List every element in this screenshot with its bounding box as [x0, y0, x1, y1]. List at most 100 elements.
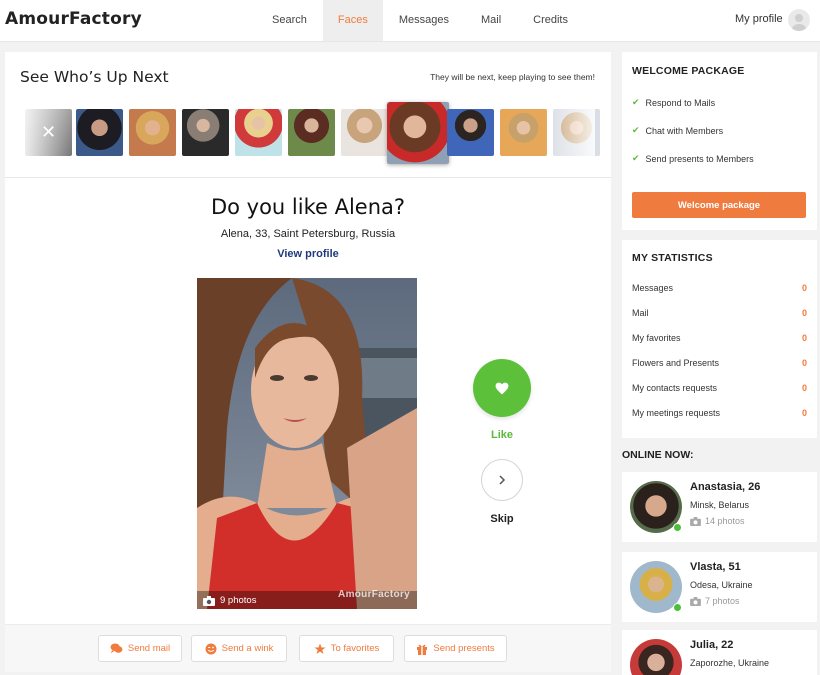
current-profile-thumbnail[interactable] [387, 102, 449, 164]
up-next-thumbnail[interactable] [553, 109, 600, 156]
faces-main-card: See Who’s Up Next They will be next, kee… [5, 52, 611, 672]
online-member-card[interactable]: Anastasia, 26 Minsk, Belarus 14 photos [622, 472, 817, 542]
member-photo-count: 14 photos [690, 516, 745, 526]
nav-mail[interactable]: Mail [465, 0, 517, 41]
stat-label: Flowers and Presents [632, 358, 720, 368]
member-photo-count-label: 7 photos [705, 596, 740, 606]
member-photo-count-label: 14 photos [705, 516, 745, 526]
stat-row-mail[interactable]: Mail 0 [632, 308, 807, 318]
welcome-package-card: WELCOME PACKAGE ✔ Respond to Mails ✔ Cha… [622, 52, 817, 230]
online-member-card[interactable]: Julia, 22 Zaporozhe, Ukraine [622, 630, 817, 675]
stat-value: 0 [801, 408, 807, 418]
up-next-thumbnail[interactable] [500, 109, 547, 156]
skipped-thumbnail[interactable]: ✕ [25, 109, 72, 156]
wink-smiley-icon [205, 643, 217, 654]
up-next-thumbnail[interactable] [129, 109, 176, 156]
up-next-thumbnail[interactable] [341, 109, 388, 156]
up-next-thumbnail[interactable] [182, 109, 229, 156]
profile-photo-illustration [197, 278, 417, 609]
check-icon: ✔ [632, 153, 640, 163]
stat-value: 0 [801, 358, 807, 368]
member-photo-count: 7 photos [690, 596, 740, 606]
up-next-thumbnails: ✕ [25, 102, 600, 164]
up-next-note: They will be next, keep playing to see t… [430, 72, 595, 82]
star-icon [314, 643, 326, 654]
skip-button[interactable] [481, 459, 523, 501]
nav-credits[interactable]: Credits [517, 0, 584, 41]
welcome-package-title: WELCOME PACKAGE [632, 65, 745, 77]
camera-icon [690, 596, 701, 606]
profile-photo[interactable]: 9 photos AmourFactory [197, 278, 417, 609]
profile-actions-bar: Send mail Send a wink To favorites Send … [5, 624, 611, 672]
welcome-item: ✔ Respond to Mails [632, 97, 715, 108]
welcome-item-label: Respond to Mails [645, 97, 716, 108]
member-city: Minsk, Belarus [690, 500, 750, 510]
stat-value: 0 [801, 333, 807, 343]
stat-value: 0 [801, 383, 807, 393]
online-member-card[interactable]: Vlasta, 51 Odesa, Ukraine 7 photos [622, 552, 817, 622]
view-profile-link[interactable]: View profile [5, 248, 611, 260]
member-city: Odesa, Ukraine [690, 580, 753, 590]
online-status-dot [673, 603, 682, 612]
up-next-title: See Who’s Up Next [20, 68, 169, 86]
photo-count-label: 9 photos [220, 595, 257, 606]
member-name[interactable]: Anastasia, 26 [690, 481, 760, 493]
skip-label: Skip [490, 513, 514, 525]
up-next-thumbnail[interactable] [288, 109, 335, 156]
nav-search[interactable]: Search [256, 0, 323, 41]
camera-icon [690, 516, 701, 526]
site-logo[interactable]: AmourFactory [5, 9, 142, 29]
stat-row-contacts-requests[interactable]: My contacts requests 0 [632, 383, 807, 393]
check-icon: ✔ [632, 125, 640, 135]
up-next-thumbnail[interactable] [447, 109, 494, 156]
nav-messages[interactable]: Messages [383, 0, 465, 41]
online-now-title: ONLINE NOW: [622, 449, 694, 461]
send-presents-label: Send presents [433, 643, 495, 654]
stat-row-flowers-presents[interactable]: Flowers and Presents 0 [632, 358, 807, 368]
welcome-item-label: Chat with Members [645, 125, 724, 136]
nav-faces[interactable]: Faces [322, 0, 383, 41]
stat-row-favorites[interactable]: My favorites 0 [632, 333, 807, 343]
chat-bubble-icon [110, 643, 123, 654]
welcome-item: ✔ Send presents to Members [632, 153, 754, 164]
chevron-right-icon [499, 475, 506, 485]
stat-row-meetings-requests[interactable]: My meetings requests 0 [632, 408, 807, 418]
member-name[interactable]: Julia, 22 [690, 639, 733, 651]
main-nav: Search Faces Messages Mail Credits [256, 0, 584, 41]
my-statistics-title: MY STATISTICS [632, 252, 713, 264]
heart-icon [495, 382, 509, 394]
to-favorites-button[interactable]: To favorites [299, 635, 394, 662]
my-statistics-card: MY STATISTICS Messages 0 Mail 0 My favorit… [622, 240, 817, 438]
welcome-item: ✔ Chat with Members [632, 125, 723, 136]
photo-count[interactable]: 9 photos [203, 595, 256, 606]
user-avatar-icon[interactable] [788, 9, 810, 31]
send-wink-button[interactable]: Send a wink [191, 635, 287, 662]
stat-value: 0 [801, 283, 807, 293]
send-presents-button[interactable]: Send presents [404, 635, 507, 662]
stat-label: My favorites [632, 333, 681, 343]
profile-info: Alena, 33, Saint Petersburg, Russia [220, 228, 396, 240]
to-favorites-label: To favorites [330, 643, 380, 654]
welcome-package-button[interactable]: Welcome package [632, 192, 806, 218]
member-avatar[interactable] [630, 639, 682, 675]
member-name[interactable]: Vlasta, 51 [690, 561, 741, 573]
up-next-thumbnail[interactable] [76, 109, 123, 156]
my-profile-link[interactable]: My profile [735, 13, 783, 25]
stat-label: My contacts requests [632, 383, 718, 393]
like-label: Like [490, 429, 513, 441]
stat-label: Mail [632, 308, 649, 318]
like-button[interactable] [473, 359, 531, 417]
stat-row-messages[interactable]: Messages 0 [632, 283, 807, 293]
top-header: AmourFactory Search Faces Messages Mail … [0, 0, 820, 42]
stat-label: My meetings requests [632, 408, 721, 418]
send-mail-button[interactable]: Send mail [98, 635, 182, 662]
member-city: Zaporozhe, Ukraine [690, 658, 770, 668]
up-next-thumbnail[interactable] [235, 109, 282, 156]
online-status-dot [673, 523, 682, 532]
section-divider [5, 177, 611, 178]
photo-watermark: AmourFactory [338, 589, 410, 600]
stat-value: 0 [801, 308, 807, 318]
send-wink-label: Send a wink [221, 643, 274, 654]
profile-question: Do you like Alena? [210, 195, 406, 219]
check-icon: ✔ [632, 97, 640, 107]
